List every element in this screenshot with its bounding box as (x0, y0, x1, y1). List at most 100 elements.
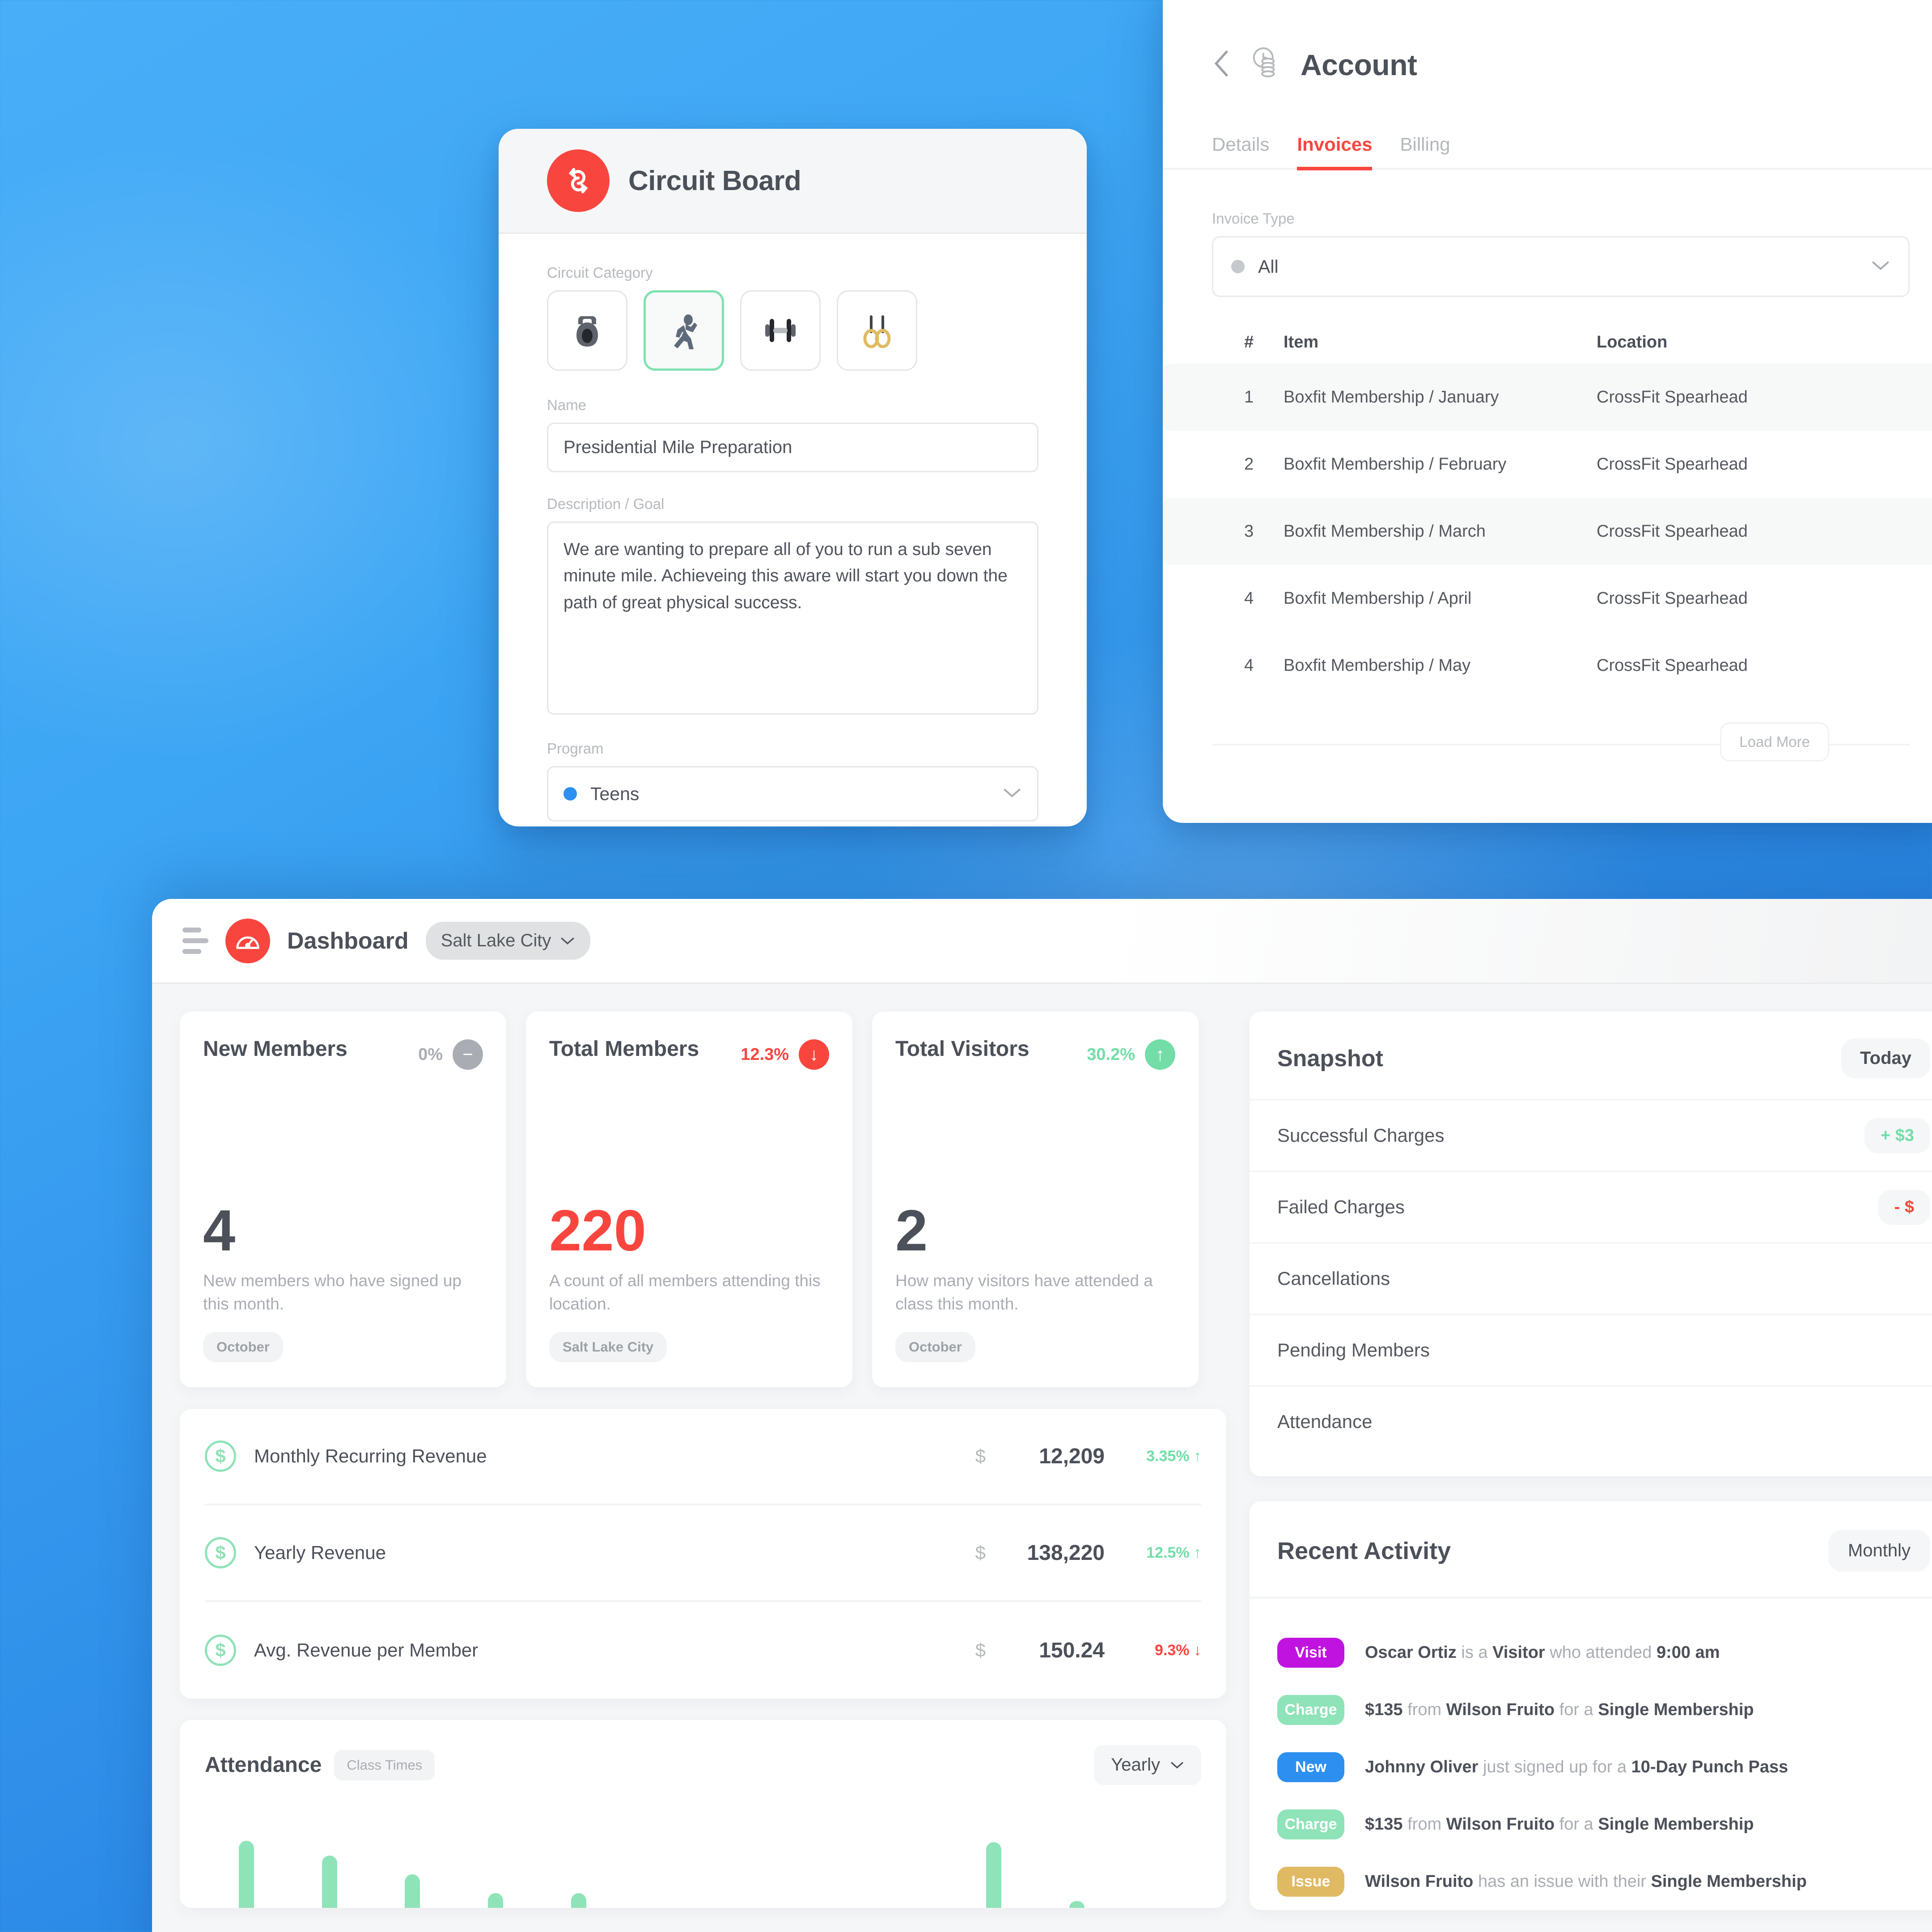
stat-card-percent: 0% (418, 1045, 443, 1064)
chart-bar (620, 1841, 703, 1908)
revenue-label: Monthly Recurring Revenue (254, 1445, 487, 1466)
activity-text: $135 from Wilson Fruito for a Single Mem… (1365, 1700, 1754, 1719)
invoice-type-dot (1231, 260, 1245, 273)
activity-text: Wilson Fruito has an issue with their Si… (1365, 1872, 1807, 1891)
chart-bar (703, 1841, 786, 1908)
table-row[interactable]: 1 Boxfit Membership / January CrossFit S… (1163, 364, 1932, 431)
attendance-range-value: Yearly (1111, 1755, 1160, 1775)
currency-symbol: $ (975, 1542, 986, 1563)
row-item: Boxfit Membership / May (1284, 656, 1471, 675)
snapshot-row-failed-charges: Failed Charges - $ (1250, 1170, 1932, 1242)
activity-tag: New (1277, 1752, 1344, 1782)
back-chevron-icon[interactable] (1212, 48, 1231, 81)
chart-bar (1118, 1841, 1201, 1908)
list-item[interactable]: New Johnny Oliver just signed up for a 1… (1250, 1738, 1932, 1796)
attendance-range-selector[interactable]: Yearly (1094, 1745, 1201, 1785)
category-option-gymnastic-rings[interactable] (837, 290, 917, 371)
row-location: CrossFit Spearhead (1597, 656, 1748, 675)
stat-card-description: How many visitors have attended a class … (895, 1271, 1153, 1313)
bg-glow-1 (0, 134, 537, 760)
list-item[interactable]: Visit Oscar Ortiz is a Visitor who atten… (1250, 1624, 1932, 1681)
tab-billing[interactable]: Billing (1400, 134, 1450, 168)
dollar-circle-icon: $ (205, 1441, 236, 1472)
column-header-number: # (1244, 333, 1254, 352)
snapshot-label: Attendance (1277, 1411, 1373, 1432)
row-item: Boxfit Membership / January (1284, 387, 1499, 407)
snapshot-card: Snapshot Today Successful Charges + $3 F… (1250, 1012, 1932, 1476)
stat-card-pill: Salt Lake City (549, 1332, 667, 1362)
snapshot-range-chip[interactable]: Today (1841, 1038, 1930, 1078)
circuit-board-logo-icon (547, 149, 610, 212)
attendance-class-times-chip[interactable]: Class Times (334, 1750, 435, 1780)
revenue-row-mrr: $ Monthly Recurring Revenue $ 12,209 3.3… (205, 1409, 1201, 1505)
chart-bar (952, 1841, 1035, 1908)
attendance-bar-chart (205, 1841, 1201, 1908)
revenue-card: $ Monthly Recurring Revenue $ 12,209 3.3… (180, 1409, 1226, 1699)
invoice-type-select[interactable]: All (1212, 236, 1910, 297)
activity-text: Johnny Oliver just signed up for a 10-Da… (1365, 1757, 1788, 1776)
dollar-circle-icon: $ (205, 1537, 236, 1568)
tab-details[interactable]: Details (1212, 134, 1269, 168)
circuit-board-card: Circuit Board Circuit Category Name Pres… (499, 129, 1087, 826)
load-more-button[interactable]: Load More (1720, 722, 1829, 762)
snapshot-label: Failed Charges (1277, 1196, 1405, 1217)
table-row[interactable]: 4 Boxfit Membership / April CrossFit Spe… (1163, 565, 1932, 632)
program-select[interactable]: Teens (547, 766, 1038, 822)
chart-bar (371, 1841, 454, 1908)
circuit-category-label: Circuit Category (547, 264, 653, 281)
account-tabs: Details Invoices Billing (1163, 134, 1932, 170)
invoice-type-label: Invoice Type (1212, 210, 1295, 227)
circuit-board-body: Circuit Category Name Presidential Mile … (499, 234, 1087, 822)
stat-card-value: 220 (549, 1198, 646, 1263)
currency-symbol: $ (975, 1445, 986, 1466)
chevron-down-icon (1171, 1762, 1183, 1768)
tab-invoices[interactable]: Invoices (1297, 134, 1373, 170)
program-value: Teens (590, 783, 640, 804)
description-textarea[interactable]: We are wanting to prepare all of you to … (547, 521, 1038, 715)
category-option-kettlebell[interactable] (547, 290, 627, 371)
row-item: Boxfit Membership / February (1284, 454, 1507, 474)
circuit-category-options (547, 290, 1038, 371)
recent-activity-card: Recent Activity Monthly Visit Oscar Orti… (1250, 1501, 1932, 1910)
revenue-delta: 9.3% ↓ (1155, 1641, 1201, 1659)
activity-text: $135 from Wilson Fruito for a Single Mem… (1365, 1814, 1754, 1834)
dashboard-left-column: New Members 0% − 4 New members who have … (180, 1012, 1226, 1910)
list-item[interactable]: Charge $135 from Wilson Fruito for a Sin… (1250, 1796, 1932, 1853)
row-item: Boxfit Membership / April (1284, 589, 1472, 608)
snapshot-label: Cancellations (1277, 1268, 1390, 1289)
table-row[interactable]: 4 Boxfit Membership / May CrossFit Spear… (1163, 632, 1932, 699)
currency-symbol: $ (975, 1640, 986, 1661)
trend-down-icon: ↓ (799, 1039, 829, 1070)
snapshot-row-pending-members: Pending Members (1250, 1313, 1932, 1385)
location-selector[interactable]: Salt Lake City (425, 922, 591, 960)
chart-bar (869, 1841, 952, 1908)
stat-card-total-visitors: Total Visitors 30.2% ↑ 2 How many visito… (872, 1012, 1199, 1387)
menu-toggle-icon[interactable] (182, 928, 208, 954)
stat-card-new-members: New Members 0% − 4 New members who have … (180, 1012, 506, 1387)
chevron-down-icon (1871, 259, 1890, 274)
stat-card-pill: October (895, 1332, 975, 1362)
trend-up-icon: ↑ (1145, 1039, 1175, 1070)
name-input[interactable] (547, 423, 1038, 472)
stat-card-title: Total Members (549, 1037, 699, 1061)
table-row[interactable]: 2 Boxfit Membership / February CrossFit … (1163, 431, 1932, 498)
table-row[interactable]: 3 Boxfit Membership / March CrossFit Spe… (1163, 498, 1932, 565)
revenue-value: 138,220 (1027, 1541, 1105, 1565)
category-option-running[interactable] (644, 290, 724, 371)
recent-activity-range-chip[interactable]: Monthly (1828, 1530, 1930, 1572)
snapshot-value: + $3 (1864, 1118, 1930, 1153)
list-item[interactable]: Charge $135 from Wilson Fruito for a Sin… (1250, 1681, 1932, 1738)
stat-card-percent: 30.2% (1087, 1045, 1135, 1064)
circuit-board-header: Circuit Board (499, 129, 1087, 234)
page-title: Dashboard (287, 928, 409, 954)
stat-card-percent: 12.3% (741, 1045, 789, 1064)
row-number: 4 (1244, 589, 1254, 608)
column-header-location: Location (1597, 333, 1668, 352)
stat-card-pill: October (203, 1332, 283, 1362)
activity-tag: Issue (1277, 1866, 1344, 1897)
stat-card-value: 2 (895, 1198, 928, 1263)
category-option-dumbbell[interactable] (740, 290, 821, 371)
dashboard-window: Dashboard Salt Lake City New Members 0% … (152, 899, 1932, 1932)
list-item[interactable]: Issue Wilson Fruito has an issue with th… (1250, 1853, 1932, 1910)
chart-bar (786, 1841, 869, 1908)
